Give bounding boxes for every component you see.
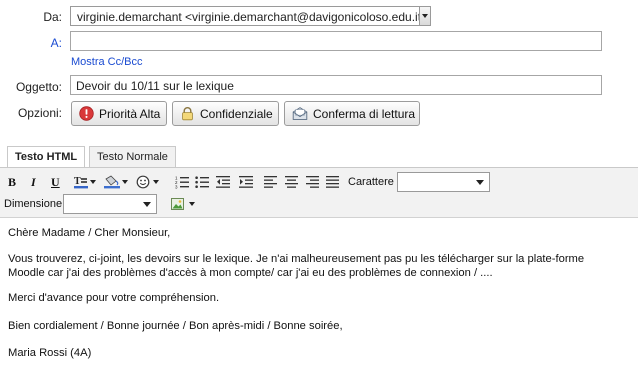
text-color-icon: T (74, 176, 88, 189)
align-center-icon (285, 176, 298, 188)
insert-emoticon-button[interactable] (136, 174, 159, 190)
chevron-down-icon (153, 180, 159, 184)
from-label: Da: (43, 10, 62, 24)
italic-button[interactable]: I (31, 174, 36, 190)
compose-window: Da: virginie.demarchant <virginie.demarc… (0, 0, 638, 386)
chevron-down-icon (189, 202, 195, 206)
read-receipt-button[interactable]: Conferma di lettura (284, 101, 420, 126)
priority-high-button[interactable]: Priorità Alta (71, 101, 167, 126)
message-body-editor[interactable]: Chère Madame / Cher Monsieur, Vous trouv… (0, 218, 638, 386)
tab-html[interactable]: Testo HTML (7, 146, 86, 169)
confidential-label: Confidenziale (200, 106, 273, 121)
chevron-down-icon (90, 180, 96, 184)
chevron-down-icon (143, 202, 151, 207)
align-right-icon (306, 176, 319, 188)
confidential-button[interactable]: Confidenziale (172, 101, 279, 126)
priority-alert-icon (79, 106, 94, 121)
smiley-icon (136, 175, 150, 189)
to-field[interactable] (70, 31, 602, 51)
subject-field-value: Devoir du 10/11 sur le lexique (76, 79, 234, 93)
chevron-down-icon[interactable] (419, 7, 430, 25)
outdent-icon (216, 176, 230, 188)
numbered-list-icon: 123 (175, 176, 189, 190)
bold-button[interactable]: B (8, 174, 16, 190)
svg-text:T: T (74, 176, 81, 187)
chevron-down-icon (476, 180, 484, 185)
svg-text:3: 3 (175, 185, 178, 190)
bullet-list-button[interactable] (195, 174, 209, 190)
tab-plain-text[interactable]: Testo Normale (89, 146, 176, 168)
message-line-2: Moodle car j'ai des problèmes d'accès à … (8, 267, 493, 279)
align-left-button[interactable] (264, 174, 277, 190)
align-justify-icon (326, 176, 339, 188)
subject-field[interactable]: Devoir du 10/11 sur le lexique (70, 75, 602, 95)
highlight-color-button[interactable] (103, 174, 128, 190)
show-cc-bcc-link[interactable]: Mostra Cc/Bcc (71, 56, 143, 68)
read-receipt-label: Conferma di lettura (313, 106, 416, 121)
message-closing: Bien cordialement / Bonne journée / Bon … (8, 320, 343, 332)
message-signature: Maria Rossi (4A) (8, 347, 92, 359)
chevron-down-icon (122, 180, 128, 184)
paint-bucket-icon (104, 175, 120, 189)
formatting-toolbar: B I U T 1 2 3 Carattere Dimensione (0, 168, 638, 218)
indent-button[interactable] (239, 174, 253, 190)
font-select[interactable] (397, 172, 490, 192)
align-center-button[interactable] (285, 174, 298, 190)
font-label: Carattere (348, 176, 394, 188)
message-greeting: Chère Madame / Cher Monsieur, (8, 227, 171, 239)
subject-label: Oggetto: (15, 80, 62, 94)
size-label: Dimensione (4, 198, 63, 210)
align-justify-button[interactable] (326, 174, 339, 190)
align-left-icon (264, 176, 277, 188)
lock-icon (182, 107, 193, 121)
text-color-button[interactable]: T (73, 174, 96, 190)
bullet-list-icon (195, 176, 209, 188)
underline-button[interactable]: U (51, 174, 60, 190)
from-select[interactable]: virginie.demarchant <virginie.demarchant… (70, 6, 431, 26)
message-line-1: Vous trouverez, ci-joint, les devoirs su… (8, 253, 585, 265)
options-label: Opzioni: (17, 106, 62, 120)
message-thanks: Merci d'avance pour votre compréhension. (8, 292, 220, 304)
priority-high-label: Priorità Alta (99, 106, 161, 121)
insert-image-button[interactable] (171, 196, 195, 212)
image-icon (171, 197, 184, 210)
numbered-list-button[interactable]: 123 (175, 174, 189, 190)
indent-icon (239, 176, 253, 188)
size-select[interactable] (63, 194, 157, 214)
align-right-button[interactable] (306, 174, 319, 190)
to-label[interactable]: A: (51, 36, 62, 50)
from-select-value: virginie.demarchant <virginie.demarchant… (77, 10, 429, 24)
outdent-button[interactable] (216, 174, 230, 190)
envelope-icon (292, 107, 308, 120)
